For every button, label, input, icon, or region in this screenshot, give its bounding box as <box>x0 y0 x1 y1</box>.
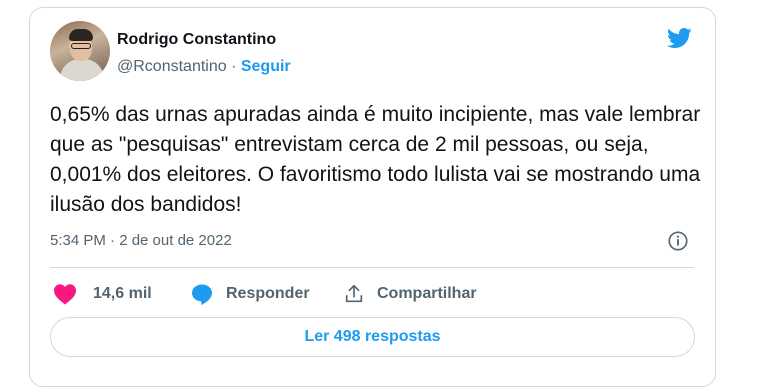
reply-label: Responder <box>226 285 310 302</box>
share-label: Compartilhar <box>377 285 477 302</box>
reply-button[interactable]: Responder <box>190 281 310 307</box>
handle-separator: · <box>226 58 241 75</box>
follow-button[interactable]: Seguir <box>241 58 291 75</box>
read-replies-button[interactable]: Ler 498 respostas <box>50 317 695 357</box>
share-icon <box>345 284 363 303</box>
share-button[interactable]: Compartilhar <box>343 281 477 307</box>
tweet-text: 0,65% das urnas apuradas ainda é muito i… <box>50 103 701 216</box>
reply-bubble-icon <box>192 284 212 305</box>
heart-icon <box>54 284 76 305</box>
twitter-bird-icon[interactable] <box>664 25 694 51</box>
like-count: 14,6 mil <box>93 285 152 302</box>
author-handle-line: @Rconstantino · Seguir <box>117 58 291 76</box>
like-button[interactable]: 14,6 mil <box>53 281 152 307</box>
tweet-timestamp[interactable]: 5:34 PM · 2 de out de 2022 <box>50 232 232 249</box>
divider <box>50 267 694 268</box>
avatar[interactable] <box>50 21 110 81</box>
author-handle[interactable]: @Rconstantino <box>117 58 227 75</box>
info-icon[interactable] <box>667 230 689 252</box>
author-name[interactable]: Rodrigo Constantino <box>117 31 276 49</box>
